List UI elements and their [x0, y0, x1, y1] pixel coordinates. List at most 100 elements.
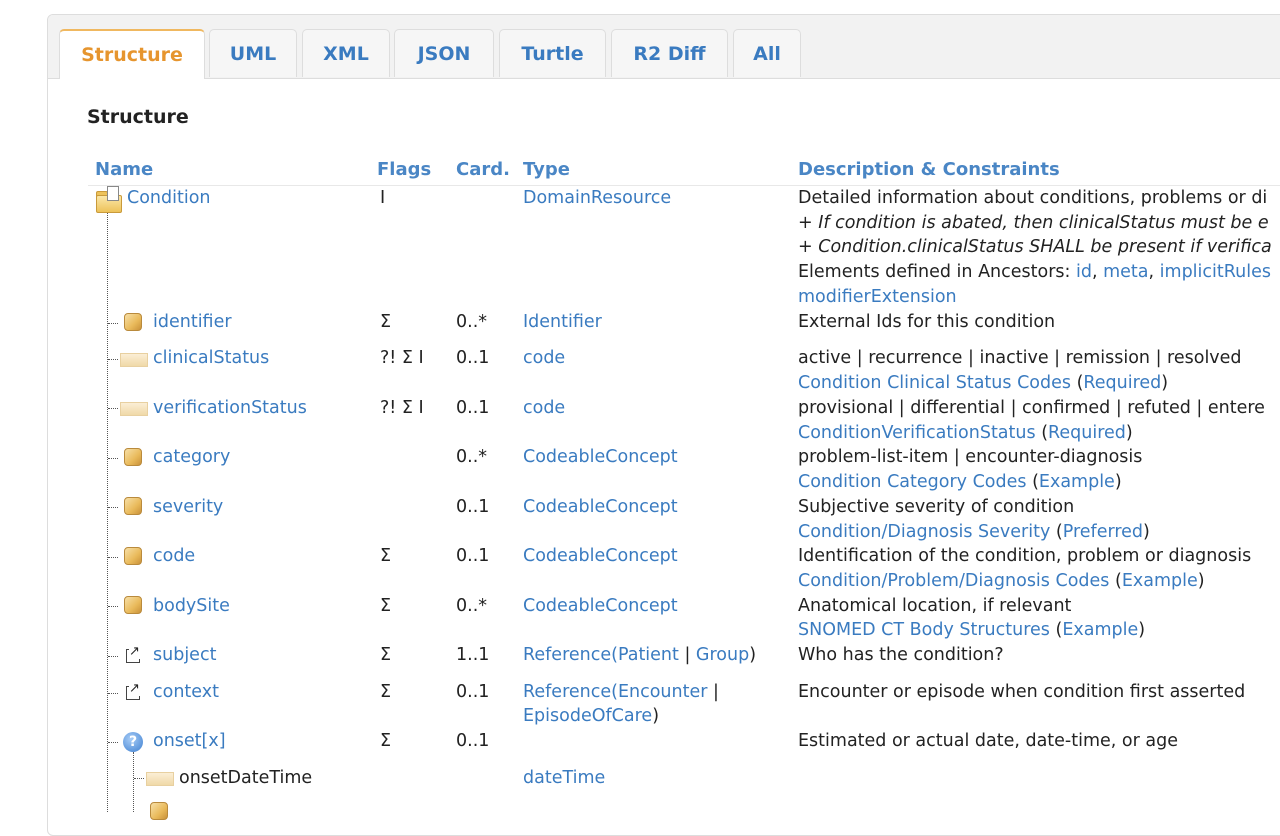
- element-name-severity[interactable]: severity: [153, 495, 223, 520]
- type-context: Reference(Encounter |: [523, 680, 719, 705]
- tree-branch: [134, 778, 144, 779]
- root-type-link[interactable]: DomainResource: [523, 186, 671, 211]
- tree-branch: [108, 557, 118, 558]
- flags-clinicalstatus: ?! Σ I: [380, 348, 424, 368]
- type-onsetdatetime[interactable]: dateTime: [523, 766, 605, 791]
- desc-subject: Who has the condition?: [798, 645, 1004, 665]
- strength-link[interactable]: Required: [1048, 423, 1126, 443]
- strength-link[interactable]: Preferred: [1063, 522, 1143, 542]
- paren-open: (: [1114, 571, 1122, 591]
- ancestor-separator: ,: [1148, 262, 1160, 282]
- element-name-onsetdatetime: onsetDateTime: [179, 768, 313, 788]
- binding-verificationstatus: ConditionVerificationStatus (Required): [798, 421, 1133, 446]
- tab-all[interactable]: All: [733, 29, 801, 77]
- card-identifier: 0..*: [456, 312, 488, 332]
- type-code[interactable]: CodeableConcept: [523, 544, 678, 569]
- target-episodeofcare-link[interactable]: EpisodeOfCare: [523, 706, 652, 726]
- primitive-icon: [146, 772, 174, 786]
- paren-open: (: [1055, 522, 1063, 542]
- element-name-bodysite[interactable]: bodySite: [153, 594, 230, 619]
- element-name-onset[interactable]: onset[x]: [153, 729, 226, 754]
- root-ancestors: Elements defined in Ancestors: id, meta,…: [798, 260, 1271, 285]
- binding-link[interactable]: ConditionVerificationStatus: [798, 423, 1036, 443]
- target-patient-link[interactable]: Patient: [618, 645, 679, 665]
- column-header-name: Name: [95, 159, 154, 180]
- tree-branch: [108, 693, 118, 694]
- ancestor-separator: ,: [1091, 262, 1104, 282]
- binding-category: Condition Category Codes (Example): [798, 470, 1122, 495]
- type-clinicalstatus[interactable]: code: [523, 346, 565, 371]
- binding-bodysite: SNOMED CT Body Structures (Example): [798, 618, 1145, 643]
- strength-link[interactable]: Required: [1083, 373, 1161, 393]
- column-header-description: Description & Constraints: [798, 159, 1060, 180]
- element-name-category[interactable]: category: [153, 445, 230, 470]
- target-encounter-link[interactable]: Encounter: [618, 682, 707, 702]
- root-constraint-1: + If condition is abated, then clinicalS…: [798, 213, 1269, 233]
- reference-type-link[interactable]: Reference(: [523, 682, 618, 702]
- type-identifier[interactable]: Identifier: [523, 310, 602, 335]
- tree-branch: [108, 606, 118, 607]
- root-description: Detailed information about conditions, p…: [798, 188, 1268, 208]
- tab-turtle[interactable]: Turtle: [499, 29, 606, 77]
- card-category: 0..*: [456, 447, 488, 467]
- element-name-verificationstatus[interactable]: verificationStatus: [153, 396, 307, 421]
- tree-branch: [108, 656, 118, 657]
- card-verificationstatus: 0..1: [456, 398, 490, 418]
- binding-code: Condition/Problem/Diagnosis Codes (Examp…: [798, 569, 1205, 594]
- type-severity[interactable]: CodeableConcept: [523, 495, 678, 520]
- tree-branch: [108, 458, 118, 459]
- tab-xml[interactable]: XML: [302, 29, 390, 77]
- flags-bodysite: Σ: [380, 596, 392, 616]
- card-clinicalstatus: 0..1: [456, 348, 490, 368]
- cube-icon: [150, 802, 168, 820]
- tab-uml[interactable]: UML: [209, 29, 297, 77]
- paren-close: ): [1138, 620, 1146, 640]
- type-verificationstatus[interactable]: code: [523, 396, 565, 421]
- card-severity: 0..1: [456, 497, 490, 517]
- binding-link[interactable]: SNOMED CT Body Structures: [798, 620, 1050, 640]
- tab-json[interactable]: JSON: [394, 29, 494, 77]
- paren-close: ): [652, 706, 660, 726]
- flags-subject: Σ: [380, 645, 392, 665]
- tab-r2-diff[interactable]: R2 Diff: [611, 29, 728, 77]
- structure-table: Name Flags Card. Type Description & Cons…: [88, 156, 1280, 820]
- reference-icon: [126, 644, 140, 663]
- root-flags: I: [380, 188, 386, 208]
- type-bodysite[interactable]: CodeableConcept: [523, 594, 678, 619]
- root-constraint-2: + Condition.clinicalStatus SHALL be pres…: [798, 237, 1272, 257]
- card-subject: 1..1: [456, 645, 490, 665]
- tree-branch: [108, 507, 118, 508]
- desc-identifier: External Ids for this condition: [798, 312, 1056, 332]
- paren-close: ): [1125, 423, 1133, 443]
- tab-structure[interactable]: Structure: [59, 29, 205, 79]
- cube-icon: [124, 547, 142, 565]
- binding-link[interactable]: Condition Category Codes: [798, 472, 1027, 492]
- ancestor-link-meta[interactable]: meta: [1103, 262, 1148, 282]
- ancestor-link-modifierextension[interactable]: modifierExtension: [798, 285, 957, 310]
- element-name-context[interactable]: context: [153, 680, 219, 705]
- element-name-clinicalstatus[interactable]: clinicalStatus: [153, 346, 269, 371]
- tree-line-child: [133, 752, 134, 812]
- ancestor-link-implicitrules[interactable]: implicitRules: [1160, 262, 1271, 282]
- column-header-flags: Flags: [377, 159, 432, 180]
- strength-link[interactable]: Example: [1039, 472, 1115, 492]
- binding-link[interactable]: Condition Clinical Status Codes: [798, 373, 1071, 393]
- element-name-subject[interactable]: subject: [153, 643, 216, 668]
- element-name-condition[interactable]: Condition: [127, 186, 211, 211]
- paren-open: (: [1032, 472, 1039, 492]
- ancestor-link-id[interactable]: id: [1076, 262, 1092, 282]
- strength-link[interactable]: Example: [1062, 620, 1138, 640]
- binding-link[interactable]: Condition/Diagnosis Severity: [798, 522, 1050, 542]
- primitive-icon: [120, 353, 148, 367]
- target-group-link[interactable]: Group: [696, 645, 749, 665]
- element-name-identifier[interactable]: identifier: [153, 310, 232, 335]
- element-name-code[interactable]: code: [153, 544, 195, 569]
- strength-link[interactable]: Example: [1122, 571, 1198, 591]
- column-header-type: Type: [523, 159, 570, 180]
- desc-bodysite: Anatomical location, if relevant: [798, 596, 1072, 616]
- binding-link[interactable]: Condition/Problem/Diagnosis Codes: [798, 571, 1109, 591]
- paren-close: ): [1114, 472, 1122, 492]
- type-category[interactable]: CodeableConcept: [523, 445, 678, 470]
- reference-type-link[interactable]: Reference(: [523, 645, 618, 665]
- paren-close: ): [1197, 571, 1205, 591]
